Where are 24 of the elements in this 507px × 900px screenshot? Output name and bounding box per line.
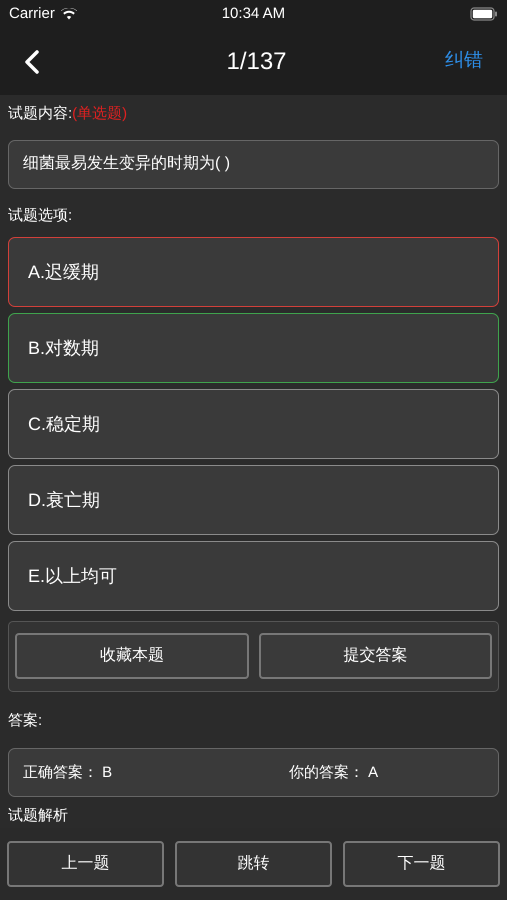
- carrier-label: Carrier: [9, 4, 55, 24]
- battery-icon: [470, 7, 498, 21]
- options-label: 试题选项:: [8, 206, 74, 226]
- answer-option[interactable]: D.衰亡期: [8, 465, 499, 536]
- page-title: 1/137: [226, 46, 287, 76]
- clock: 10:34 AM: [222, 4, 286, 24]
- answer-option[interactable]: E.以上均可: [8, 541, 499, 612]
- question-text: 细菌最易发生变异的时期为( ): [8, 140, 499, 189]
- report-error-button[interactable]: 纠错: [445, 47, 483, 76]
- nav-button[interactable]: 上一题: [7, 841, 164, 887]
- nav-button[interactable]: 下一题: [343, 841, 500, 887]
- action-button[interactable]: 提交答案: [258, 633, 492, 680]
- back-icon: [24, 50, 40, 74]
- question-label: 试题内容:(单选题): [8, 104, 128, 124]
- answer-option[interactable]: C.稳定期: [8, 389, 499, 460]
- your-answer: 你的答案： A: [289, 762, 378, 783]
- wifi-icon: [60, 8, 77, 20]
- answer-option[interactable]: A.迟缓期: [8, 237, 499, 308]
- nav-button[interactable]: 跳转: [175, 841, 332, 887]
- action-button[interactable]: 收藏本题: [15, 633, 248, 680]
- analysis-label: 试题解析: [8, 806, 69, 826]
- answer-option[interactable]: B.对数期: [8, 313, 499, 384]
- correct-answer: 正确答案： B: [23, 762, 114, 783]
- answer-label: 答案:: [8, 710, 44, 731]
